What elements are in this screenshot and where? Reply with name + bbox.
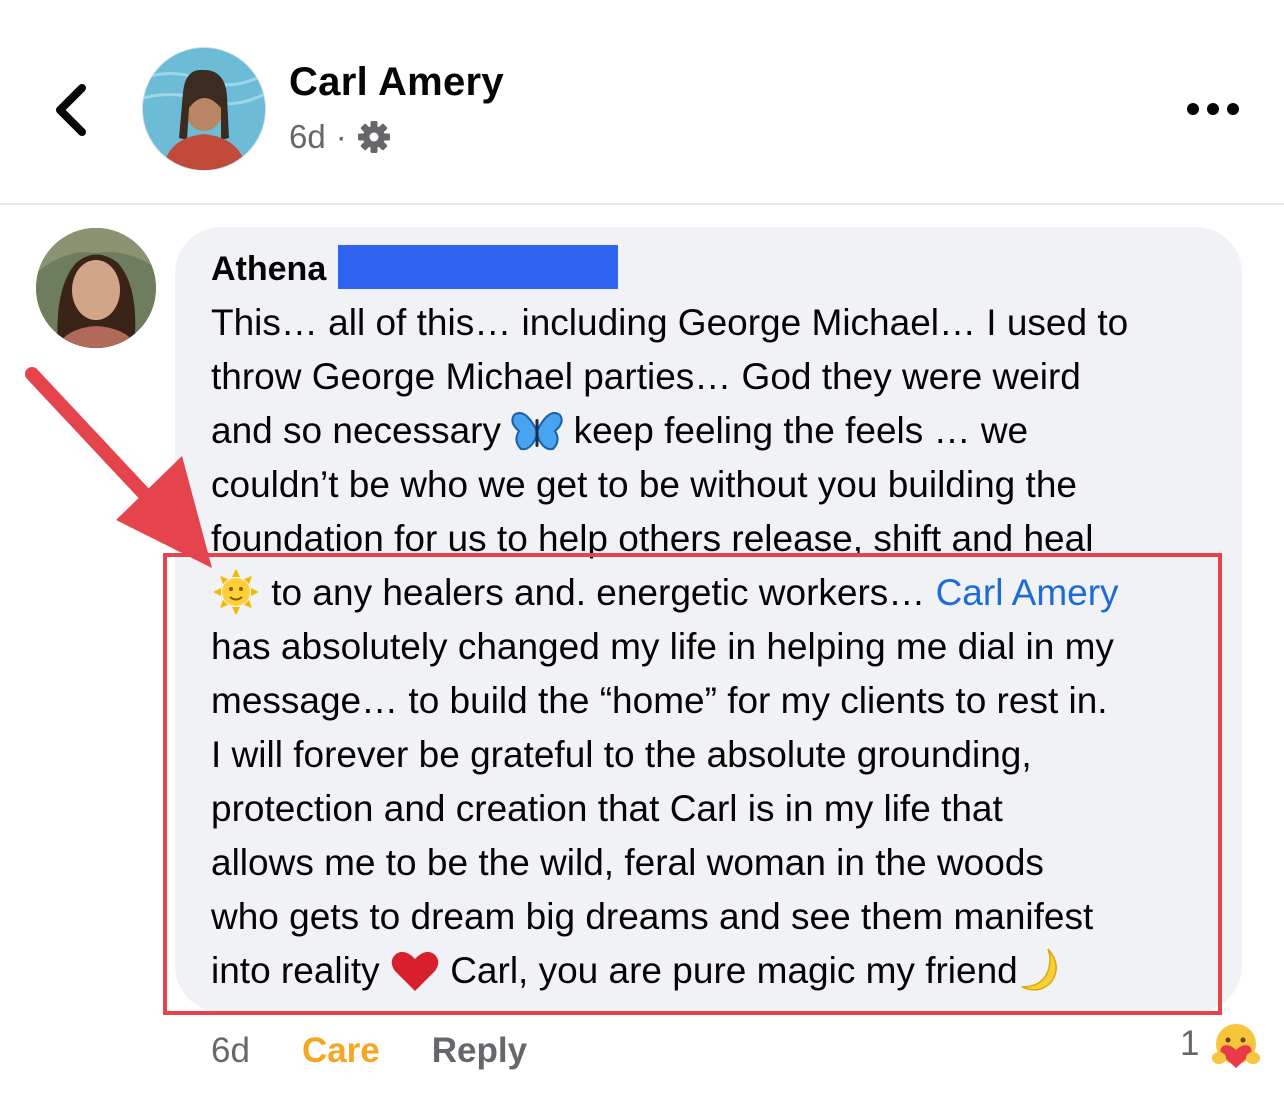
commenter-avatar[interactable] [36,228,156,348]
post-time: 6d [289,118,326,155]
mention-link[interactable]: Carl Amery [936,572,1119,613]
comment-line: to any healers and. energetic workers… C… [211,566,1221,620]
comment-thread-page: Carl Amery 6d · Athena This… all of this… [0,0,1284,1095]
comment-line: message… to build the “home” for my clie… [211,680,1108,721]
comment-line: protection and creation that Carl is in … [211,788,1003,829]
care-button[interactable]: Care [302,1031,380,1071]
butterfly-emoji [511,412,563,451]
comment-text: Carl, you are pure magic my friend [450,950,1018,991]
comment-line: I will forever be grateful to the absolu… [211,734,1032,775]
gear-icon [357,120,391,154]
comment-line: This… all of this… including George Mich… [211,302,1129,343]
comment-text: keep feeling the feels … we [573,410,1029,451]
red-heart-emoji [391,951,439,991]
avatar-photo [36,228,156,348]
comment-line: into reality Carl, you are pure magic my… [211,944,1221,998]
reaction-count[interactable]: 1 [1180,1024,1199,1064]
more-dots-icon [1187,103,1239,115]
comment-line: foundation for us to help others release… [211,518,1094,559]
author-name[interactable]: Carl Amery [289,60,504,105]
more-options-button[interactable] [1184,96,1244,122]
redaction-bar [338,245,618,289]
chevron-left-icon [56,84,86,136]
comment-line: and so necessary keep feeling the feels … [211,404,1221,458]
post-meta: 6d · [289,118,391,156]
comment-text: to any healers and. energetic workers… [271,572,926,613]
comment-line: couldn’t be who we get to be without you… [211,464,1077,505]
commenter-name[interactable]: Athena [211,250,326,289]
comment-line: throw George Michael parties… God they w… [211,356,1081,397]
reply-button[interactable]: Reply [432,1031,527,1071]
comment-time: 6d [211,1031,250,1070]
avatar-photo [143,48,265,170]
comment-text: into reality [211,950,380,991]
author-avatar[interactable] [143,48,265,170]
meta-separator: · [335,118,347,155]
sun-face-emoji [213,569,259,615]
comment-actions: 6d Care Reply [211,1026,527,1076]
comment-line: who gets to dream big dreams and see the… [211,896,1094,937]
header-divider [0,203,1284,205]
comment-line: allows me to be the wild, feral woman in… [211,842,1044,883]
back-button[interactable] [48,80,98,140]
comment-line: has absolutely changed my life in helpin… [211,626,1114,667]
comment-body: This… all of this… including George Mich… [211,296,1221,998]
care-reaction-icon[interactable] [1210,1020,1262,1072]
crescent-moon-emoji [1021,948,1057,991]
post-header: Carl Amery 6d · [0,0,1284,204]
comment-text: and so necessary [211,410,502,451]
